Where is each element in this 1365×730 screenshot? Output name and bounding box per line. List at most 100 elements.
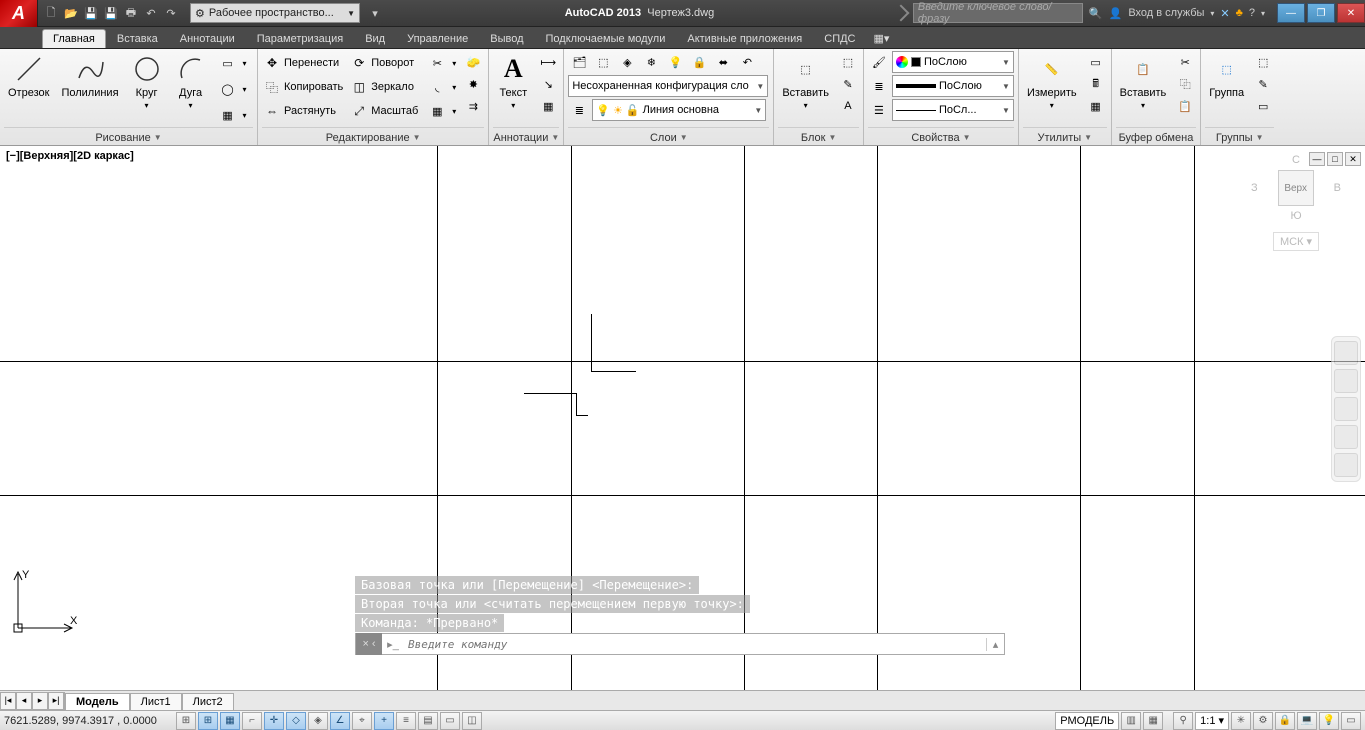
layer-prev-icon[interactable]: ↶ [736,51,758,73]
layer-off-icon[interactable]: 💡 [664,51,686,73]
cut-icon[interactable]: ✂ [1174,51,1196,73]
rectangle-icon[interactable]: ▭ [217,52,239,74]
tab-home[interactable]: Главная [42,29,106,48]
sb-infer-icon[interactable]: ⊞ [176,712,196,730]
sb-grid-icon[interactable]: ▦ [220,712,240,730]
sb-sc-icon[interactable]: ◫ [462,712,482,730]
sb-clean-icon[interactable]: ▭ [1341,712,1361,730]
dim-linear-icon[interactable]: ⟼ [537,51,559,73]
select-all-icon[interactable]: ▭ [1085,51,1107,73]
exchange-icon[interactable]: ✕ [1220,7,1229,20]
insert-block-button[interactable]: ⬚Вставить▾ [778,51,833,112]
help-icon[interactable]: ? [1249,7,1255,19]
ellipse-icon[interactable]: ◯ [217,78,239,100]
search-icon[interactable]: 🔍 [1089,7,1103,20]
table-icon[interactable]: ▦ [537,95,559,117]
paste-special-icon[interactable]: 📋 [1174,95,1196,117]
viewcube-west[interactable]: З [1251,182,1258,194]
group-edit-icon[interactable]: ✎ [1252,73,1274,95]
layer-lock-icon[interactable]: 🔒 [688,51,710,73]
nav-showmotion-icon[interactable] [1334,453,1358,477]
paste-button[interactable]: 📋Вставить▾ [1116,51,1171,112]
sb-scale-combo[interactable]: 1:1▾ [1195,712,1229,730]
viewcube-north[interactable]: С [1251,154,1341,166]
erase-icon[interactable]: 🧽 [462,51,484,73]
leader-icon[interactable]: ↘ [537,73,559,95]
signin-label[interactable]: Вход в службы [1128,7,1204,19]
tab-online[interactable]: Активные приложения [676,29,813,48]
viewcube-top-face[interactable]: Верх [1278,170,1314,206]
measure-button[interactable]: 📏Измерить▾ [1023,51,1081,112]
qat-redo-icon[interactable]: ↷ [162,4,180,22]
tab-view[interactable]: Вид [354,29,396,48]
hatch-icon[interactable]: ▦ [217,104,239,126]
arc-button[interactable]: Дуга▾ [171,51,211,112]
tab-annotate[interactable]: Аннотации [169,29,246,48]
linetype2-combo[interactable]: ПоСл...▼ [892,99,1014,121]
layer-iso-icon[interactable]: ◈ [616,51,638,73]
linetype-combo[interactable]: 💡☀🔓Линия основна▼ [592,99,766,121]
layer-match-icon[interactable]: ⬌ [712,51,734,73]
stretch-button[interactable]: ⇔Растянуть [262,99,345,123]
layer-freeze-icon[interactable]: ❄ [640,51,662,73]
viewcube-east[interactable]: В [1334,182,1341,194]
explode-icon[interactable]: ✸ [462,73,484,95]
viewcube[interactable]: С З Верх В Ю МСК ▾ [1251,154,1341,264]
layer-state-combo[interactable]: Несохраненная конфигурация сло▼ [568,75,768,97]
tab-extra-icon[interactable]: ▦▾ [867,28,897,48]
text-button[interactable]: АТекст▾ [493,51,533,112]
nav-orbit-icon[interactable] [1334,425,1358,449]
sb-dyn-icon[interactable]: + [374,712,394,730]
group-bb-icon[interactable]: ▭ [1252,95,1274,117]
close-button[interactable]: ✕ [1337,3,1365,23]
nav-pan-icon[interactable] [1334,369,1358,393]
qat-saveas-icon[interactable]: 💾 [102,4,120,22]
signin-icon[interactable]: 👤 [1109,7,1123,20]
layout-next-icon[interactable]: ▸ [32,692,48,710]
tab-manage[interactable]: Управление [396,29,479,48]
layout-first-icon[interactable]: |◂ [0,692,16,710]
edit-block-icon[interactable]: ✎ [837,73,859,95]
offset-icon[interactable]: ⇉ [462,95,484,117]
circle-button[interactable]: Круг▾ [127,51,167,112]
qat-plot-icon[interactable]: 🖶 [122,4,140,22]
sb-lock-icon[interactable]: 🔒 [1275,712,1295,730]
sb-ducs-icon[interactable]: ⌖ [352,712,372,730]
tab-output[interactable]: Вывод [479,29,534,48]
scale-button[interactable]: ⤢Масштаб [349,99,420,123]
sb-annovis-icon[interactable]: ✳ [1231,712,1251,730]
cmdline-grip[interactable]: ×‹ [356,633,382,655]
sb-ws-icon[interactable]: ⚙ [1253,712,1273,730]
qat-undo-icon[interactable]: ↶ [142,4,160,22]
layer-prop-icon[interactable]: 🗂 [568,51,590,73]
command-line[interactable]: ×‹ ▸_ ▴ [355,633,1005,655]
sb-polar-icon[interactable]: ✛ [264,712,284,730]
doc-close-icon[interactable]: ✕ [1345,152,1361,166]
layout-tab-sheet1[interactable]: Лист1 [130,693,182,710]
viewport-label[interactable]: [−][Верхняя][2D каркас] [6,150,134,162]
layer-state-icon[interactable]: ⬚ [592,51,614,73]
rotate-button[interactable]: ⟳Поворот [349,51,420,75]
sb-snap-icon[interactable]: ⊞ [198,712,218,730]
app-menu-button[interactable]: A [0,0,38,27]
sb-annoscale-icon[interactable]: ⚲ [1173,712,1193,730]
qat-more-icon[interactable]: ▾ [366,4,384,22]
viewcube-wcs[interactable]: МСК ▾ [1273,232,1319,251]
ungroup-icon[interactable]: ⬚ [1252,51,1274,73]
sb-otrack-icon[interactable]: ∠ [330,712,350,730]
sb-layout-icon[interactable]: ▥ [1121,712,1141,730]
copy-button[interactable]: ⿻Копировать [262,75,345,99]
nav-zoom-icon[interactable] [1334,397,1358,421]
match-prop-icon[interactable]: 🖌 [868,51,890,73]
sb-3dosnap-icon[interactable]: ◈ [308,712,328,730]
minimize-button[interactable]: — [1277,3,1305,23]
viewcube-south[interactable]: Ю [1251,210,1341,222]
array-icon[interactable]: ▦ [426,100,448,122]
group-button[interactable]: ⬚Группа [1205,51,1248,101]
maximize-button[interactable]: ❐ [1307,3,1335,23]
color-combo[interactable]: ПоСлою▼ [892,51,1014,73]
layout-last-icon[interactable]: ▸| [48,692,64,710]
sb-tpy-icon[interactable]: ▤ [418,712,438,730]
workspace-selector[interactable]: ⚙ Рабочее пространство... ▼ [190,3,360,23]
sb-isolate-icon[interactable]: 💡 [1319,712,1339,730]
